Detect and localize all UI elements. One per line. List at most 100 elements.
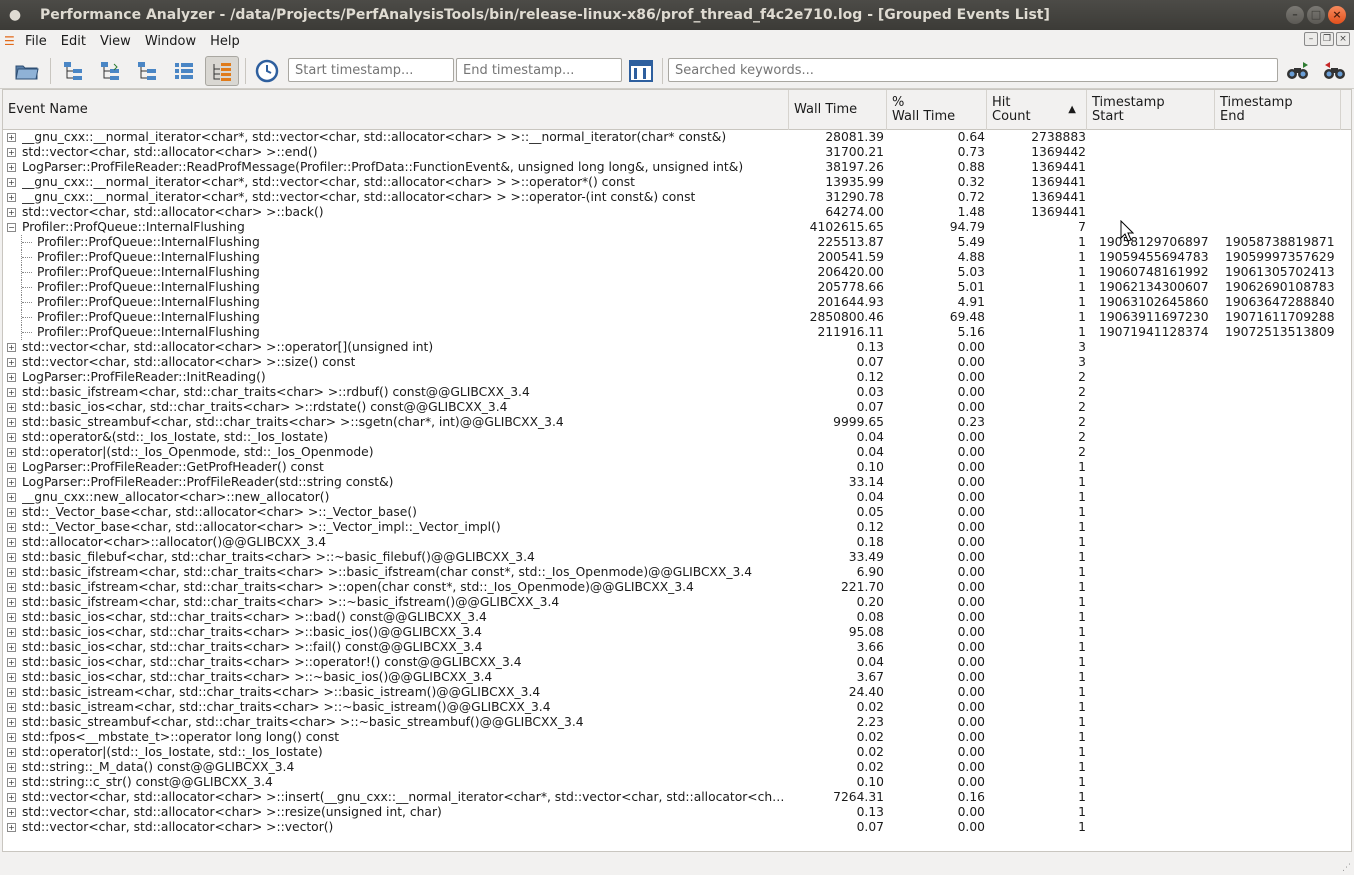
expand-icon[interactable]: +	[7, 523, 16, 532]
table-row[interactable]: + std::basic_ifstream<char, std::char_tra…	[3, 565, 1351, 580]
table-row[interactable]: + LogParser::ProfFileReader::GetProfHeade…	[3, 460, 1351, 475]
end-timestamp-input[interactable]	[456, 58, 622, 82]
table-row[interactable]: + __gnu_cxx::__normal_iterator<char*, std…	[3, 130, 1351, 145]
menu-view[interactable]: View	[93, 34, 138, 49]
expand-icon[interactable]: +	[7, 163, 16, 172]
table-row[interactable]: + std::vector<char, std::allocator<char> …	[3, 790, 1351, 805]
tree-view-3-icon[interactable]	[130, 56, 164, 86]
column-header-timestamp-end[interactable]: Timestamp End	[1215, 90, 1341, 130]
table-row[interactable]: + std::vector<char, std::allocator<char> …	[3, 145, 1351, 160]
expand-icon[interactable]: +	[7, 433, 16, 442]
expand-icon[interactable]: +	[7, 718, 16, 727]
table-row[interactable]: + std::basic_filebuf<char, std::char_trai…	[3, 550, 1351, 565]
table-row[interactable]: Profiler::ProfQueue::InternalFlushing 205…	[3, 280, 1351, 295]
mdi-close-icon[interactable]: ×	[1336, 32, 1350, 46]
table-row[interactable]: + std::vector<char, std::allocator<char> …	[3, 340, 1351, 355]
table-row[interactable]: Profiler::ProfQueue::InternalFlushing 206…	[3, 265, 1351, 280]
expand-icon[interactable]: +	[7, 763, 16, 772]
table-row[interactable]: + std::basic_ios<char, std::char_traits<c…	[3, 610, 1351, 625]
table-row[interactable]: + LogParser::ProfFileReader::ProfFileRead…	[3, 475, 1351, 490]
table-row[interactable]: + std::basic_ios<char, std::char_traits<c…	[3, 400, 1351, 415]
table-row[interactable]: + std::string::c_str() const@@GLIBCXX_3.4…	[3, 775, 1351, 790]
expand-icon[interactable]: +	[7, 688, 16, 697]
minimize-icon[interactable]: –	[1286, 6, 1304, 24]
expand-icon[interactable]: +	[7, 178, 16, 187]
expand-icon[interactable]: +	[7, 673, 16, 682]
table-row[interactable]: + std::_Vector_base<char, std::allocator<…	[3, 520, 1351, 535]
clock-icon[interactable]	[250, 56, 284, 86]
expand-icon[interactable]: +	[7, 373, 16, 382]
expand-icon[interactable]: +	[7, 358, 16, 367]
tree-view-1-icon[interactable]	[56, 56, 90, 86]
timeline-icon[interactable]	[624, 56, 658, 86]
menu-edit[interactable]: Edit	[54, 34, 93, 49]
expand-icon[interactable]: +	[7, 418, 16, 427]
search-input[interactable]	[668, 58, 1278, 82]
table-row[interactable]: Profiler::ProfQueue::InternalFlushing 211…	[3, 325, 1351, 340]
table-row[interactable]: + __gnu_cxx::__normal_iterator<char*, std…	[3, 190, 1351, 205]
table-row[interactable]: + std::basic_ios<char, std::char_traits<c…	[3, 625, 1351, 640]
expand-icon[interactable]: +	[7, 538, 16, 547]
mdi-minimize-icon[interactable]: –	[1304, 32, 1318, 46]
expand-icon[interactable]: +	[7, 478, 16, 487]
expand-icon[interactable]: +	[7, 598, 16, 607]
grouped-events-icon[interactable]	[205, 56, 239, 86]
expand-icon[interactable]: +	[7, 568, 16, 577]
expand-icon[interactable]: +	[7, 628, 16, 637]
expand-icon[interactable]: +	[7, 133, 16, 142]
table-row[interactable]: + std::operator&(std::_Ios_Iostate, std::…	[3, 430, 1351, 445]
expand-icon[interactable]: +	[7, 388, 16, 397]
table-row[interactable]: + std::operator|(std::_Ios_Iostate, std::…	[3, 745, 1351, 760]
table-row[interactable]: + __gnu_cxx::__normal_iterator<char*, std…	[3, 175, 1351, 190]
table-row[interactable]: + std::vector<char, std::allocator<char> …	[3, 820, 1351, 835]
table-row[interactable]: + std::basic_ios<char, std::char_traits<c…	[3, 655, 1351, 670]
table-row[interactable]: + LogParser::ProfFileReader::ReadProfMess…	[3, 160, 1351, 175]
expand-icon[interactable]: +	[7, 148, 16, 157]
expand-icon[interactable]: +	[7, 823, 16, 832]
table-row[interactable]: + std::basic_ifstream<char, std::char_tra…	[3, 580, 1351, 595]
table-row[interactable]: Profiler::ProfQueue::InternalFlushing 285…	[3, 310, 1351, 325]
expand-icon[interactable]: +	[7, 343, 16, 352]
expand-icon[interactable]: +	[7, 403, 16, 412]
column-header-event-name[interactable]: Event Name	[3, 90, 789, 130]
table-row[interactable]: + std::operator|(std::_Ios_Openmode, std:…	[3, 445, 1351, 460]
table-row[interactable]: + std::basic_ifstream<char, std::char_tra…	[3, 595, 1351, 610]
table-row[interactable]: − Profiler::ProfQueue::InternalFlushing 41…	[3, 220, 1351, 235]
table-row[interactable]: + std::basic_streambuf<char, std::char_tr…	[3, 715, 1351, 730]
expand-icon[interactable]: +	[7, 793, 16, 802]
table-row[interactable]: + std::vector<char, std::allocator<char> …	[3, 355, 1351, 370]
maximize-icon[interactable]: □	[1307, 6, 1325, 24]
find-previous-icon[interactable]	[1318, 56, 1352, 86]
open-folder-icon[interactable]	[10, 56, 44, 86]
window-menu-icon[interactable]: ●	[0, 7, 30, 23]
table-row[interactable]: + std::vector<char, std::allocator<char> …	[3, 805, 1351, 820]
mdi-restore-icon[interactable]: ❐	[1320, 32, 1334, 46]
table-row[interactable]: + std::string::_M_data() const@@GLIBCXX_3…	[3, 760, 1351, 775]
table-row[interactable]: + __gnu_cxx::new_allocator<char>::new_all…	[3, 490, 1351, 505]
expand-icon[interactable]: +	[7, 613, 16, 622]
menu-help[interactable]: Help	[203, 34, 247, 49]
expand-icon[interactable]: +	[7, 493, 16, 502]
expand-icon[interactable]: +	[7, 583, 16, 592]
table-row[interactable]: + std::vector<char, std::allocator<char> …	[3, 205, 1351, 220]
column-header-wall-time[interactable]: Wall Time	[789, 90, 887, 130]
table-row[interactable]: + std::basic_ios<char, std::char_traits<c…	[3, 670, 1351, 685]
close-icon[interactable]: ×	[1328, 6, 1346, 24]
collapse-icon[interactable]: −	[7, 223, 16, 232]
table-row[interactable]: + std::basic_ifstream<char, std::char_tra…	[3, 385, 1351, 400]
expand-icon[interactable]: +	[7, 553, 16, 562]
find-next-icon[interactable]	[1281, 56, 1315, 86]
tree-view-2-icon[interactable]	[93, 56, 127, 86]
expand-icon[interactable]: +	[7, 778, 16, 787]
menu-file[interactable]: File	[18, 34, 54, 49]
expand-icon[interactable]: +	[7, 703, 16, 712]
table-row[interactable]: Profiler::ProfQueue::InternalFlushing 225…	[3, 235, 1351, 250]
start-timestamp-input[interactable]	[288, 58, 454, 82]
expand-icon[interactable]: +	[7, 193, 16, 202]
expand-icon[interactable]: +	[7, 643, 16, 652]
expand-icon[interactable]: +	[7, 733, 16, 742]
column-header-timestamp-start[interactable]: Timestamp Start	[1087, 90, 1215, 130]
column-header-pct-wall-time[interactable]: % Wall Time	[887, 90, 987, 130]
table-row[interactable]: Profiler::ProfQueue::InternalFlushing 200…	[3, 250, 1351, 265]
table-row[interactable]: + std::basic_istream<char, std::char_trai…	[3, 700, 1351, 715]
